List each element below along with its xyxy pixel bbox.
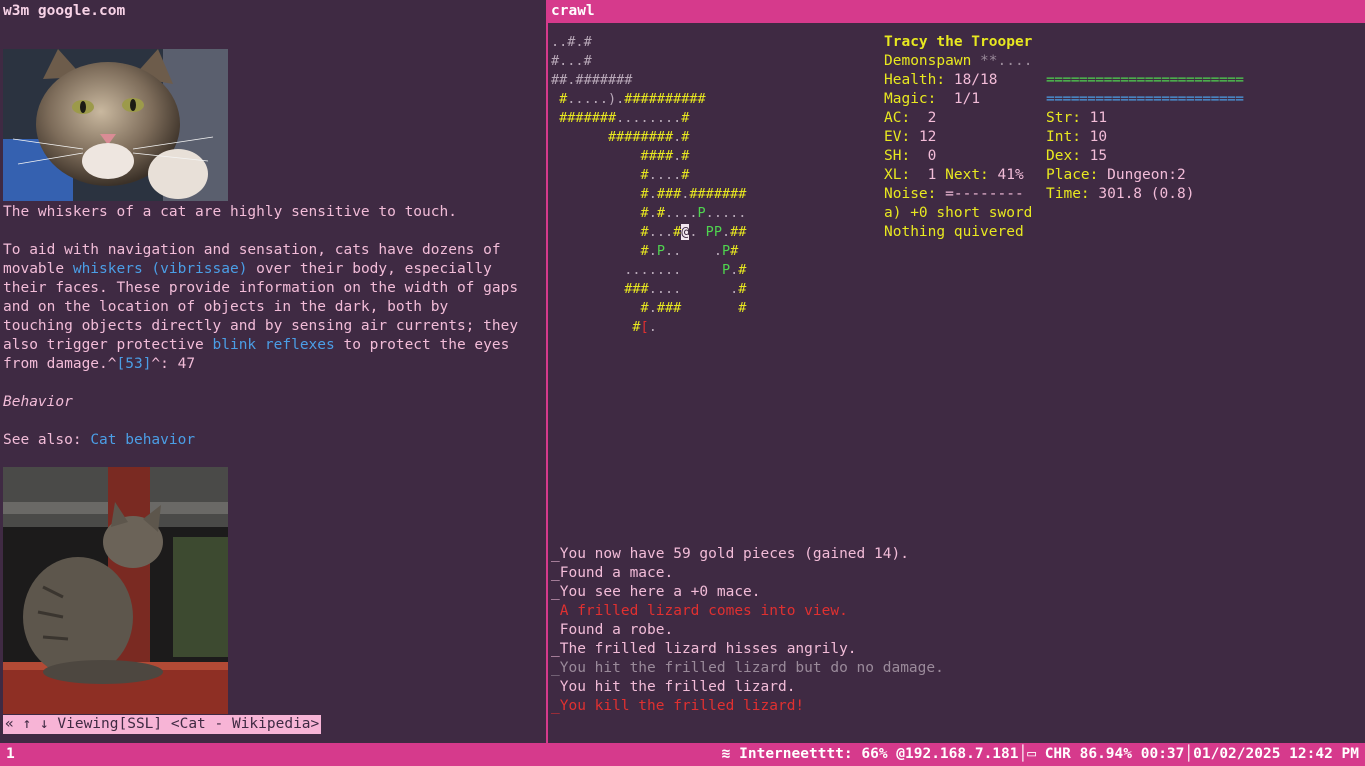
int-stat: Int: 10 — [1046, 129, 1108, 145]
message-line: Found a robe. — [551, 622, 674, 638]
paragraph-line-4: and on the location of objects in the da… — [3, 299, 449, 315]
map-row: #.### # — [640, 300, 747, 316]
game-pane-title: crawl — [548, 0, 1365, 23]
message-line: _Found a mace. — [551, 565, 674, 581]
map-row: ########.# — [607, 129, 690, 145]
time-stat: Time: 301.8 (0.8) — [1046, 186, 1195, 202]
map-row: ###.... .# — [624, 281, 747, 297]
wielded-weapon: a) +0 short sword — [884, 205, 1033, 221]
health-stat: Health: 18/18 — [884, 72, 998, 88]
map-row: #.###.####### — [640, 186, 747, 202]
link-cat-behavior[interactable]: Cat behavior — [90, 432, 195, 448]
clock: 01/02/2025 12:42 PM — [1193, 746, 1359, 762]
magic-stat: Magic: 1/1 — [884, 91, 981, 107]
quiver-status: Nothing quivered — [884, 224, 1024, 240]
paragraph-line-5: touching objects directly and by sensing… — [3, 318, 519, 334]
noise-stat: Noise: =-------- — [884, 186, 1024, 202]
map-row: #[. — [632, 319, 657, 335]
ev-stat: EV: 12 — [884, 129, 937, 145]
str-stat: Str: 11 — [1046, 110, 1108, 126]
xl-stat: XL: 1 Next: 41% — [884, 167, 1024, 183]
link-citation-53[interactable]: [53] — [117, 356, 152, 372]
place-stat: Place: Dungeon:2 — [1046, 167, 1186, 183]
wifi-icon: ≋ — [721, 746, 731, 762]
game-pane[interactable]: ..#.# #...# ##.####### #.....).########## … — [548, 23, 1365, 743]
browser-pane-title: w3m google.com — [0, 0, 546, 23]
message-line: _You hit the frilled lizard but do no da… — [551, 660, 944, 676]
message-line: _You see here a +0 mace. — [551, 584, 761, 600]
paragraph-line-1: To aid with navigation and sensation, ca… — [3, 242, 501, 258]
map-row: #.....).########## — [559, 91, 706, 107]
workspace-indicator[interactable]: 1 — [6, 743, 15, 766]
message-line: You hit the frilled lizard. — [551, 679, 796, 695]
message-line: _You kill the frilled lizard! — [551, 698, 805, 714]
network-status: Interneetttt: 66% @192.168.7.181 — [739, 746, 1019, 762]
message-line: A frilled lizard comes into view. — [551, 603, 848, 619]
ac-stat: AC: 2 — [884, 110, 937, 126]
character-species: Demonspawn **.... — [884, 53, 1033, 69]
map-row: ..#.# — [551, 34, 592, 50]
link-whiskers-vibrissae[interactable]: whiskers (vibrissae) — [73, 261, 248, 277]
map-row: ....... P.# — [624, 262, 747, 278]
map-row: ####.# — [640, 148, 690, 164]
map-row: #....# — [640, 167, 690, 183]
paragraph-line-3: their faces. These provide information o… — [3, 280, 519, 296]
paragraph-whiskers-intro: The whiskers of a cat are highly sensiti… — [3, 204, 457, 220]
link-blink-reflexes[interactable]: blink reflexes — [213, 337, 335, 353]
map-row: #.#....P..... — [640, 205, 747, 221]
browser-status-line: « ↑ ↓ Viewing[SSL] <Cat - Wikipedia> — [3, 715, 322, 734]
section-heading-behavior: Behavior — [3, 394, 73, 410]
message-line: _The frilled lizard hisses angrily. — [551, 641, 857, 657]
system-info: ≋ Interneetttt: 66% @192.168.7.181│▭ CHR… — [721, 746, 1359, 762]
system-status-bar: 1 ≋ Interneetttt: 66% @192.168.7.181│▭ C… — [0, 743, 1365, 766]
cat-photo-2 — [3, 467, 228, 714]
paragraph-line-7: from damage.^[53]^: 47 — [3, 356, 196, 372]
magic-bar: ======================== — [1046, 91, 1244, 107]
battery-icon: ▭ — [1027, 746, 1036, 762]
map-row: #.P.. .P# — [640, 243, 739, 259]
map-row: #######........# — [559, 110, 690, 126]
health-bar: ======================== — [1046, 72, 1244, 88]
battery-status: CHR 86.94% 00:37 — [1044, 746, 1185, 762]
character-name: Tracy the Trooper — [884, 34, 1033, 50]
map-row: #...#@. PP.## — [640, 224, 747, 240]
see-also-line: See also: Cat behavior — [3, 432, 196, 448]
map-row: #...# — [551, 53, 592, 69]
dex-stat: Dex: 15 — [1046, 148, 1108, 164]
browser-pane[interactable]: The whiskers of a cat are highly sensiti… — [0, 23, 546, 743]
paragraph-line-6: also trigger protective blink reflexes t… — [3, 337, 510, 353]
message-line: _You now have 59 gold pieces (gained 14)… — [551, 546, 909, 562]
sh-stat: SH: 0 — [884, 148, 937, 164]
map-row: ##.####### — [551, 72, 633, 88]
paragraph-line-2: movable whiskers (vibrissae) over their … — [3, 261, 492, 277]
cat-photo-1 — [3, 49, 228, 201]
